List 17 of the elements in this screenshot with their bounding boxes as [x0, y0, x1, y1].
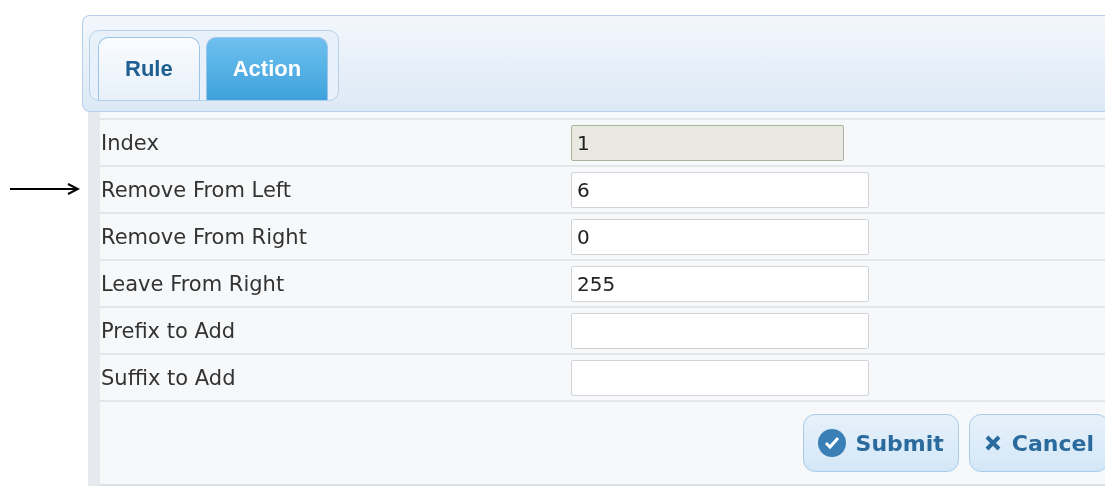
field-label: Index [100, 130, 160, 155]
input-field[interactable]: 255 [571, 265, 869, 302]
field-label: Leave From Right [100, 271, 286, 296]
input-field[interactable] [571, 312, 869, 349]
checkmark-icon [817, 429, 846, 457]
input-field[interactable]: 0 [571, 218, 869, 255]
close-icon [983, 434, 1002, 452]
cancel-button[interactable]: Cancel [968, 414, 1105, 472]
field-label: Remove From Right [100, 224, 308, 249]
input-field[interactable]: 6 [571, 171, 869, 208]
submit-button[interactable]: Submit [802, 414, 959, 472]
input-field[interactable]: 1 [571, 124, 844, 161]
field-label: Remove From Left [100, 177, 293, 202]
field-label: Prefix to Add [100, 318, 237, 343]
tab[interactable]: Rule [98, 37, 200, 100]
field-label: Suffix to Add [100, 365, 237, 390]
input-field[interactable] [571, 359, 869, 396]
